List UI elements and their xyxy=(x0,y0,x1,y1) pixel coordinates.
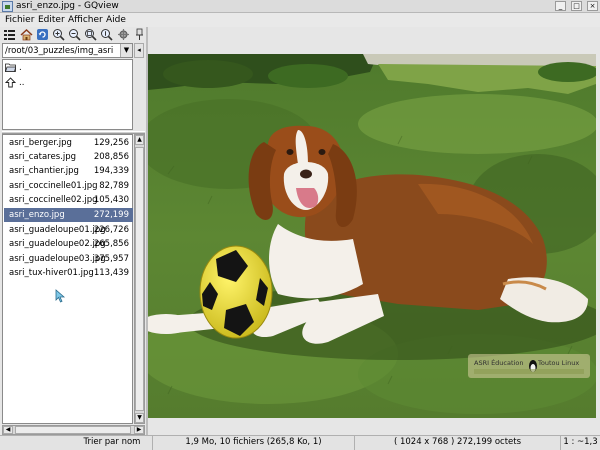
menu-editer[interactable]: Editer xyxy=(38,15,65,25)
file-name: asri_coccinelle02.jpg xyxy=(9,195,98,205)
dir-row-parent[interactable]: .. xyxy=(3,76,132,90)
file-size: 272,199 xyxy=(93,210,129,220)
toolbar xyxy=(0,27,146,43)
scrollbar-thumb[interactable] xyxy=(135,147,144,411)
title-bar: asri_enzo.jpg - GQview _ □ × xyxy=(0,0,600,13)
zoom-out-icon[interactable] xyxy=(68,28,81,41)
maximize-button[interactable]: □ xyxy=(571,1,582,11)
file-size: 105,430 xyxy=(93,195,129,205)
thumbnails-icon[interactable] xyxy=(3,28,16,41)
directory-list: . .. xyxy=(2,59,133,130)
file-name: asri_chantier.jpg xyxy=(9,166,79,176)
refresh-icon[interactable] xyxy=(36,28,49,41)
file-row[interactable]: asri_coccinelle02.jpg 105,430 xyxy=(4,193,133,207)
file-size: 226,726 xyxy=(93,225,129,235)
chevron-down-icon[interactable]: ▼ xyxy=(120,44,132,57)
file-size: 113,439 xyxy=(93,268,129,278)
scroll-up-icon[interactable]: ▲ xyxy=(135,135,144,145)
file-list-horizontal-scrollbar[interactable]: ◀ ▶ xyxy=(2,425,145,435)
settings-icon[interactable] xyxy=(117,28,130,41)
svg-text:Toutou Linux: Toutou Linux xyxy=(537,359,579,367)
file-name: asri_tux-hiver01.jpg xyxy=(9,268,94,278)
image-info: ( 1024 x 768 ) 272,199 octets xyxy=(354,436,560,450)
file-name: asri_berger.jpg xyxy=(9,138,72,148)
path-combo[interactable]: /root/03_puzzles/img_asri ▼ xyxy=(2,43,133,58)
file-row[interactable]: asri_guadeloupe02.jpg 265,856 xyxy=(4,237,133,251)
app-icon xyxy=(2,1,13,12)
file-size: 375,957 xyxy=(93,254,129,264)
window-title: asri_enzo.jpg - GQview xyxy=(16,1,119,11)
folder-open-icon xyxy=(4,62,17,73)
dir-label: . xyxy=(19,63,22,73)
file-row[interactable]: asri_berger.jpg 129,256 xyxy=(4,136,133,150)
home-icon[interactable] xyxy=(20,28,33,41)
file-name: asri_guadeloupe01.jpg xyxy=(9,225,106,235)
file-row-selected[interactable]: asri_enzo.jpg 272,199 xyxy=(4,208,133,222)
scroll-right-icon[interactable]: ▶ xyxy=(134,426,144,434)
file-name: asri_guadeloupe03.jpg xyxy=(9,254,106,264)
file-size: 82,789 xyxy=(99,181,129,191)
path-input[interactable]: /root/03_puzzles/img_asri xyxy=(5,46,113,56)
file-row[interactable]: asri_guadeloupe03.jpg 375,957 xyxy=(4,252,133,266)
file-row[interactable]: asri_chantier.jpg 194,339 xyxy=(4,164,133,178)
file-size: 194,339 xyxy=(93,166,129,176)
collapse-pane-button[interactable]: ◂ xyxy=(134,43,144,58)
menu-afficher[interactable]: Afficher xyxy=(68,15,103,25)
menu-aide[interactable]: Aide xyxy=(106,15,126,25)
close-button[interactable]: × xyxy=(587,1,598,11)
svg-text:ASRI Éducation: ASRI Éducation xyxy=(474,358,523,367)
menu-bar: Fichier Editer Afficher Aide xyxy=(0,13,600,27)
scroll-down-icon[interactable]: ▼ xyxy=(135,413,144,423)
file-name: asri_coccinelle01.jpg xyxy=(9,181,98,191)
menu-fichier[interactable]: Fichier xyxy=(5,15,34,25)
file-row[interactable]: asri_tux-hiver01.jpg 113,439 xyxy=(4,266,133,280)
file-name: asri_guadeloupe02.jpg xyxy=(9,239,106,249)
floating-icon[interactable] xyxy=(133,28,146,41)
mouse-cursor-icon xyxy=(55,289,67,303)
file-name: asri_catares.jpg xyxy=(9,152,76,162)
file-row[interactable]: asri_guadeloupe01.jpg 226,726 xyxy=(4,223,133,237)
file-size: 129,256 xyxy=(93,138,129,148)
file-list: asri_berger.jpg 129,256 asri_catares.jpg… xyxy=(2,134,133,424)
file-name: asri_enzo.jpg xyxy=(9,210,65,220)
image-view[interactable]: ASRI Éducation Toutou Linux xyxy=(148,27,600,435)
zoom-level: 1 : ~1,3 xyxy=(560,436,600,450)
photo-dog-with-ball: ASRI Éducation Toutou Linux xyxy=(148,54,596,418)
zoom-fit-icon[interactable] xyxy=(84,28,97,41)
folder-summary: 1,9 Mo, 10 fichiers (265,8 Ko, 1) xyxy=(152,436,354,450)
dir-row-current[interactable]: . xyxy=(3,61,132,75)
file-row[interactable]: asri_coccinelle01.jpg 82,789 xyxy=(4,179,133,193)
file-size: 265,856 xyxy=(93,239,129,249)
zoom-in-icon[interactable] xyxy=(52,28,65,41)
scroll-left-icon[interactable]: ◀ xyxy=(3,426,13,434)
scrollbar-thumb[interactable] xyxy=(15,426,131,434)
dir-label: .. xyxy=(19,78,25,88)
watermark: ASRI Éducation Toutou Linux xyxy=(468,354,590,378)
status-bar: Trier par nom 1,9 Mo, 10 fichiers (265,8… xyxy=(0,435,600,450)
minimize-button[interactable]: _ xyxy=(555,1,566,11)
sort-status[interactable]: Trier par nom xyxy=(72,436,152,450)
folder-up-icon xyxy=(4,77,17,88)
zoom-100-icon[interactable] xyxy=(100,28,113,41)
file-row[interactable]: asri_catares.jpg 208,856 xyxy=(4,150,133,164)
file-size: 208,856 xyxy=(93,152,129,162)
file-list-vertical-scrollbar[interactable]: ▲ ▼ xyxy=(134,134,145,424)
